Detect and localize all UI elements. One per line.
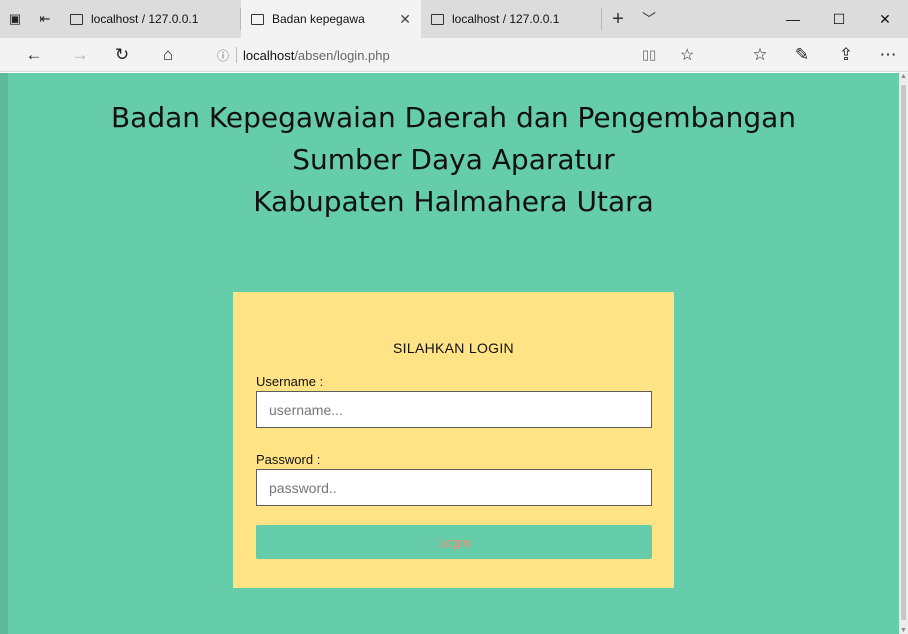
tab-title: Badan kepegawa [272,12,365,26]
left-edge [0,73,8,634]
title-line-1: Badan Kepegawaian Daerah dan Pengembanga… [110,101,797,134]
page-icon [431,13,444,25]
url-host: localhost [243,47,295,63]
page-icon [251,13,264,25]
login-title: SILAHKAN LOGIN [393,340,514,356]
address-divider [236,47,237,63]
tab-title: localhost / 127.0.0.1 [452,12,560,26]
vertical-scrollbar[interactable]: ▲ ▼ [899,73,908,634]
scroll-up-icon[interactable]: ▲ [899,73,908,80]
forward-arrow-icon: → [71,45,89,64]
tab-set-aside-icon[interactable]: ▣ [0,0,30,38]
url-path: /absen/login.php [294,47,390,63]
new-tab-icon[interactable]: + [602,0,634,38]
navigation-bar: ← → ↻ ⌂ ⓘ localhost/absen/login.php ▯▯ ☆… [0,38,908,72]
refresh-icon[interactable]: ↻ [104,38,140,72]
username-input[interactable] [256,391,652,428]
login-form: SILAHKAN LOGIN Username : Password : Log… [233,292,674,588]
close-tab-icon[interactable]: ✕ [399,11,411,28]
back-arrow-icon[interactable]: ← [16,38,52,72]
favorites-list-icon[interactable]: ☆ [742,38,778,72]
password-input[interactable] [256,469,652,506]
star-icon[interactable]: ☆ [680,45,694,65]
close-window-icon[interactable]: ✕ [862,0,908,38]
site-info-icon[interactable]: ⓘ [212,47,234,64]
minimize-icon[interactable]: — [770,0,816,38]
tab-localhost-1[interactable]: localhost / 127.0.0.1 [60,0,240,38]
page-icon [70,13,83,25]
password-label: Password : [256,452,321,467]
tab-title: localhost / 127.0.0.1 [91,12,199,26]
page-viewport: Badan Kepegawaian Daerah dan Pengembanga… [8,73,899,634]
tab-strip: ▣ ⇤ localhost / 127.0.0.1 Badan kepegawa… [0,0,908,38]
page-title: Badan Kepegawaian Daerah dan Pengembanga… [8,97,899,223]
window-controls: — ☐ ✕ [770,0,908,38]
title-line-3: Kabupaten Halmahera Utara [253,185,654,218]
chevron-down-icon[interactable]: ﹀ [634,0,664,38]
home-icon[interactable]: ⌂ [150,38,186,72]
scroll-thumb[interactable] [901,85,906,620]
scroll-down-icon[interactable]: ▼ [899,627,908,634]
address-bar[interactable]: ⓘ localhost/absen/login.php ▯▯ ☆ [212,42,712,68]
maximize-icon[interactable]: ☐ [816,0,862,38]
pen-icon[interactable]: ✎ [784,38,820,72]
tab-badan-kepegawaian[interactable]: Badan kepegawa ✕ [241,0,421,38]
tab-restore-icon[interactable]: ⇤ [30,0,60,38]
title-line-2: Sumber Daya Aparatur [292,143,615,176]
login-button[interactable]: Login [256,525,652,559]
reading-view-icon[interactable]: ▯▯ [642,47,656,63]
username-label: Username : [256,374,324,389]
more-icon[interactable]: ⋯ [870,38,906,72]
tab-localhost-2[interactable]: localhost / 127.0.0.1 [421,0,601,38]
share-icon[interactable]: ⇪ [828,38,864,72]
